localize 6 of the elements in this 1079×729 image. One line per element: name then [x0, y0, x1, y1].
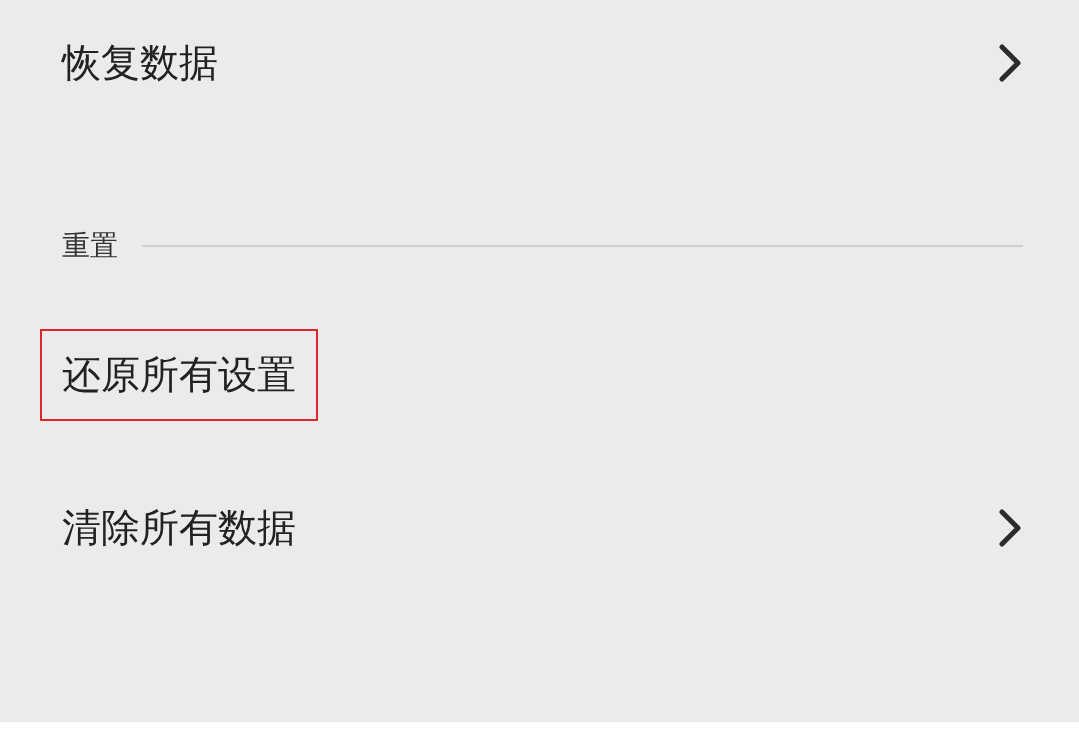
chevron-right-icon — [997, 508, 1023, 548]
settings-item[interactable]: 恢复数据 — [40, 17, 240, 109]
settings-item[interactable]: 还原所有设置 — [40, 329, 318, 421]
settings-item[interactable]: 清除所有数据 — [40, 482, 318, 574]
section-header: 重置 — [62, 228, 118, 264]
chevron-right-icon — [997, 43, 1023, 83]
